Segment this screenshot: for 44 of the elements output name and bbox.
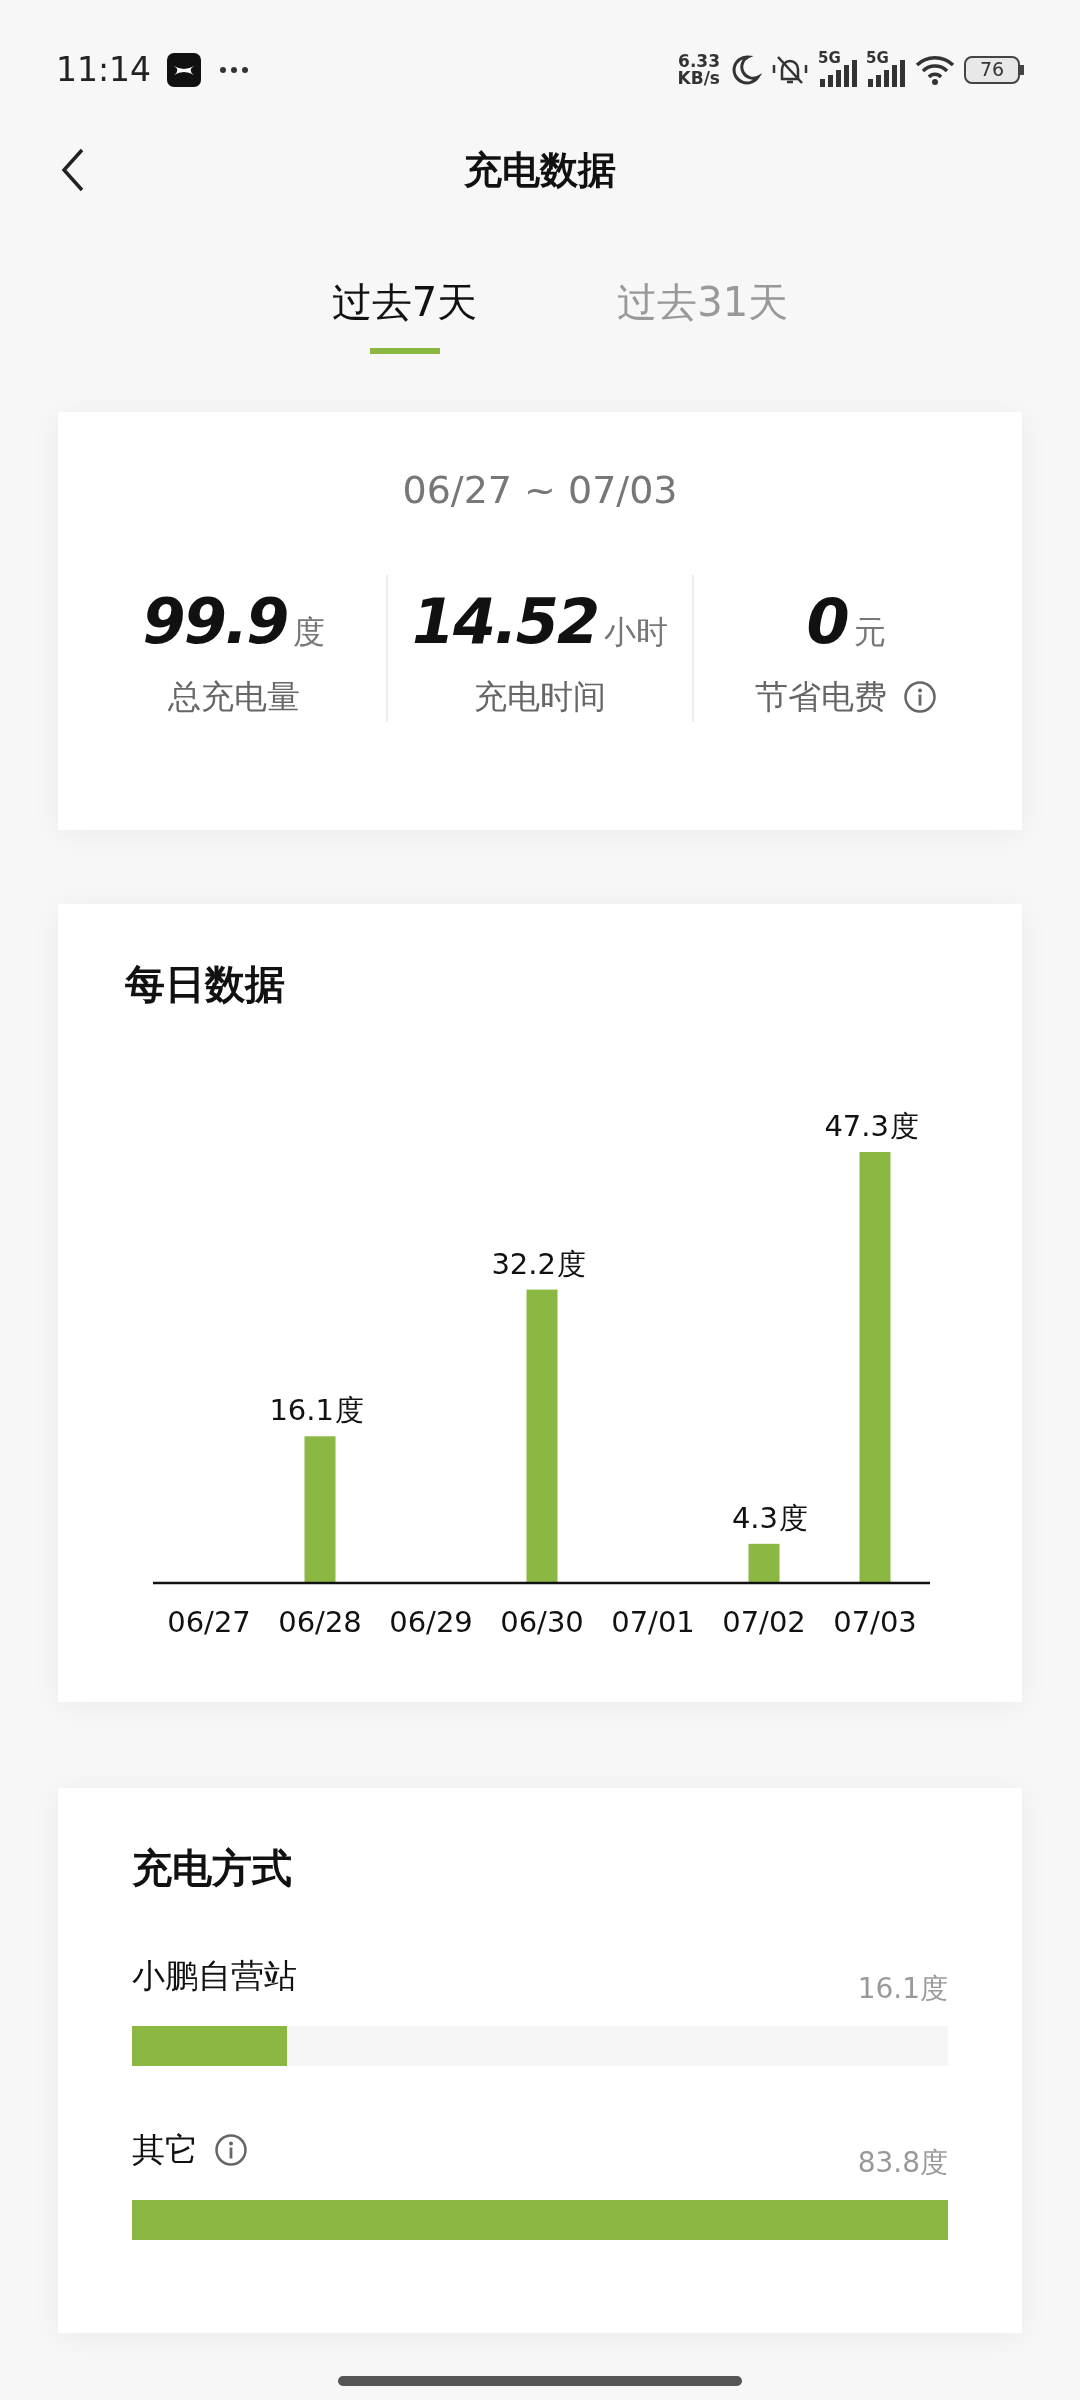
axis-label: 07/03 [833, 1605, 917, 1639]
unit-label: 度 [779, 1500, 808, 1535]
info-icon [214, 2133, 248, 2167]
value-label: 47.3 [824, 1109, 889, 1143]
axis-label: 06/28 [278, 1605, 362, 1639]
method-label: 其它 [132, 2129, 198, 2172]
app-icon [167, 53, 202, 87]
stat-value: 99.9 [142, 584, 288, 660]
network-type: 5G [818, 48, 841, 69]
value-label: 4.3 [731, 1500, 778, 1535]
network-speed: 6.33 KB/s [677, 53, 720, 87]
clock: 11:14 [56, 49, 152, 92]
unit-label: 度 [335, 1393, 364, 1428]
back-icon [60, 148, 86, 192]
axis-label: 07/01 [611, 1605, 695, 1639]
axis-label: 06/30 [500, 1605, 584, 1639]
value-label: 16.1 [269, 1393, 334, 1428]
stat-unit: 小时 [604, 612, 669, 653]
stat-unit: 度 [293, 612, 326, 653]
stat-unit: 元 [853, 612, 886, 653]
tab[interactable]: 过去7天 [331, 272, 478, 354]
date-range: 06/27 ~ 07/03 [401, 467, 679, 514]
page-title: 充电数据 [464, 146, 616, 194]
stat-value: 0 [806, 584, 848, 660]
stat-label: 充电时间 [474, 676, 606, 718]
axis-label: 06/29 [389, 1605, 473, 1639]
unit-label: 度 [890, 1109, 919, 1143]
stat-label: 节省电费 [755, 676, 887, 718]
axis-label: 06/27 [167, 1605, 251, 1639]
axis-label: 07/02 [722, 1605, 806, 1639]
wifi-icon [914, 53, 956, 87]
info-icon [903, 679, 937, 714]
section-title: 充电方式 [132, 1844, 293, 1893]
unit-label: 度 [557, 1246, 586, 1281]
method-label: 小鹏自营站 [132, 1955, 297, 1998]
battery-indicator: 76 [964, 56, 1020, 84]
stat-value: 14.52 [411, 584, 599, 660]
network-type: 5G [866, 48, 889, 69]
bar [748, 1543, 780, 1583]
section-title: 每日数据 [125, 960, 286, 1009]
stat-label: 总充电量 [168, 676, 300, 718]
method-value: 16.1度 [857, 1971, 948, 2007]
value-label: 32.2 [491, 1246, 556, 1281]
method-value: 83.8度 [857, 2145, 948, 2181]
